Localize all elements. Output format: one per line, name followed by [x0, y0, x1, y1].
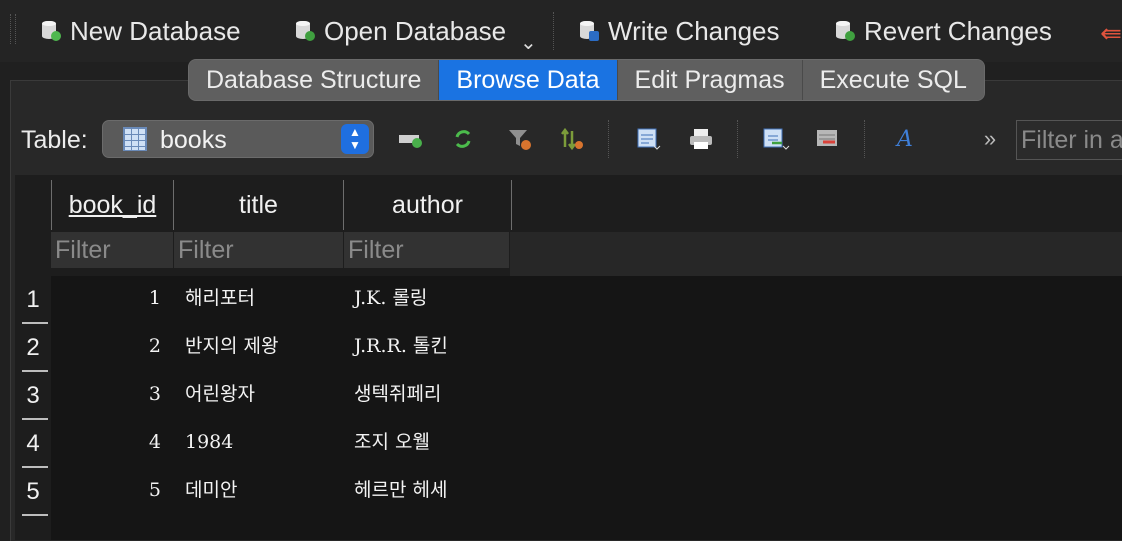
- cell-book-id[interactable]: 5: [51, 468, 161, 516]
- column-header-author[interactable]: author: [344, 180, 512, 230]
- filter-in-all-columns-input[interactable]: [1016, 120, 1122, 160]
- insert-record-icon[interactable]: [397, 124, 425, 154]
- header-filler: [510, 232, 1122, 276]
- delete-record-icon[interactable]: [814, 124, 842, 154]
- table-row[interactable]: 3 어린왕자 생텍쥐페리: [51, 372, 511, 420]
- row-number[interactable]: 4: [15, 420, 51, 468]
- write-changes-icon: [578, 19, 600, 43]
- cell-book-id[interactable]: 1: [51, 276, 161, 324]
- cell-title[interactable]: 어린왕자: [185, 372, 345, 420]
- main-toolbar: New Database Open Database ⌄ Write Chang…: [0, 0, 1122, 62]
- table-label: Table:: [21, 126, 88, 154]
- cell-book-id[interactable]: 2: [51, 324, 161, 372]
- open-database-icon: [294, 19, 316, 43]
- grid-header: book_id title author: [51, 180, 512, 230]
- filter-input-title[interactable]: [174, 232, 343, 268]
- toolbar-separator: [608, 120, 609, 158]
- tab-browse-data[interactable]: Browse Data: [439, 60, 618, 100]
- open-database-dropdown-icon[interactable]: ⌄: [520, 30, 537, 55]
- clear-filters-icon[interactable]: [506, 124, 534, 154]
- refresh-icon[interactable]: [449, 124, 477, 154]
- toolbar-separator: [737, 120, 738, 158]
- table-select[interactable]: books ▲ ▼: [102, 120, 374, 158]
- cell-author[interactable]: J.K. 롤링: [354, 276, 514, 324]
- open-database-label: Open Database: [324, 15, 507, 46]
- filter-cell-title[interactable]: [174, 232, 344, 268]
- write-changes-button[interactable]: Write Changes: [578, 14, 780, 48]
- filter-all-field[interactable]: [1017, 121, 1122, 159]
- cell-title[interactable]: 1984: [185, 420, 345, 468]
- print-icon[interactable]: [687, 124, 715, 154]
- table-row[interactable]: 2 반지의 제왕 J.R.R. 톨킨: [51, 324, 511, 372]
- toolbar-separator: [553, 12, 554, 50]
- cell-title[interactable]: 데미안: [185, 468, 345, 516]
- table-grid-icon: [123, 127, 147, 151]
- sort-order-icon[interactable]: [558, 124, 586, 154]
- cell-title[interactable]: 해리포터: [185, 276, 345, 324]
- save-results-icon[interactable]: [634, 124, 662, 154]
- revert-changes-button[interactable]: Revert Changes: [834, 14, 1052, 48]
- revert-changes-icon: [834, 19, 856, 43]
- cell-author[interactable]: J.R.R. 톨킨: [354, 324, 514, 372]
- tab-execute-sql[interactable]: Execute SQL: [802, 60, 984, 100]
- new-database-label: New Database: [70, 15, 241, 46]
- row-number[interactable]: 2: [15, 324, 51, 372]
- filter-input-author[interactable]: [344, 232, 509, 268]
- cell-book-id[interactable]: 3: [51, 372, 161, 420]
- select-stepper-icon: ▲ ▼: [341, 124, 369, 154]
- row-number[interactable]: 5: [15, 468, 51, 516]
- tab-edit-pragmas[interactable]: Edit Pragmas: [617, 60, 803, 100]
- cell-title[interactable]: 반지의 제왕: [185, 324, 345, 372]
- table-row[interactable]: 1 해리포터 J.K. 롤링: [51, 276, 511, 324]
- column-header-title[interactable]: title: [174, 180, 344, 230]
- toolbar-grip[interactable]: [10, 14, 16, 44]
- filter-cell-author[interactable]: [344, 232, 510, 268]
- column-header-label: title: [239, 191, 278, 219]
- cell-author[interactable]: 생텍쥐페리: [354, 372, 514, 420]
- table-row[interactable]: 4 1984 조지 오웰: [51, 420, 511, 468]
- main-tabs: Database Structure Browse Data Edit Prag…: [188, 59, 985, 101]
- filter-cell-book-id[interactable]: [51, 232, 174, 268]
- row-number-column: 1 2 3 4 5: [15, 276, 51, 516]
- new-database-icon: [40, 19, 62, 43]
- new-database-button[interactable]: New Database: [40, 14, 241, 48]
- open-database-button[interactable]: Open Database: [294, 14, 506, 48]
- text-format-icon[interactable]: A: [891, 124, 919, 154]
- table-select-value: books: [160, 126, 227, 154]
- table-row[interactable]: 5 데미안 헤르만 헤세: [51, 468, 511, 516]
- filter-row: [51, 232, 510, 268]
- row-number[interactable]: 3: [15, 372, 51, 420]
- filter-input-book-id[interactable]: [51, 232, 173, 268]
- data-grid: book_id title author 1 2 3 4 5 1 해리포터 J.…: [15, 175, 1122, 540]
- cell-author[interactable]: 헤르만 헤세: [354, 468, 514, 516]
- toolbar-separator: [864, 120, 865, 158]
- column-header-book-id[interactable]: book_id: [51, 180, 174, 230]
- cell-author[interactable]: 조지 오웰: [354, 420, 514, 468]
- revert-changes-label: Revert Changes: [864, 15, 1052, 46]
- column-header-label: book_id: [68, 191, 157, 219]
- row-number[interactable]: 1: [15, 276, 51, 324]
- undo-arrow-icon[interactable]: ⇚: [1100, 18, 1122, 48]
- copy-create-statement-icon[interactable]: [762, 124, 790, 154]
- write-changes-label: Write Changes: [608, 15, 780, 46]
- cell-book-id[interactable]: 4: [51, 420, 161, 468]
- tab-database-structure[interactable]: Database Structure: [189, 60, 440, 100]
- more-tools-icon[interactable]: »: [976, 124, 1004, 154]
- column-header-label: author: [392, 191, 463, 219]
